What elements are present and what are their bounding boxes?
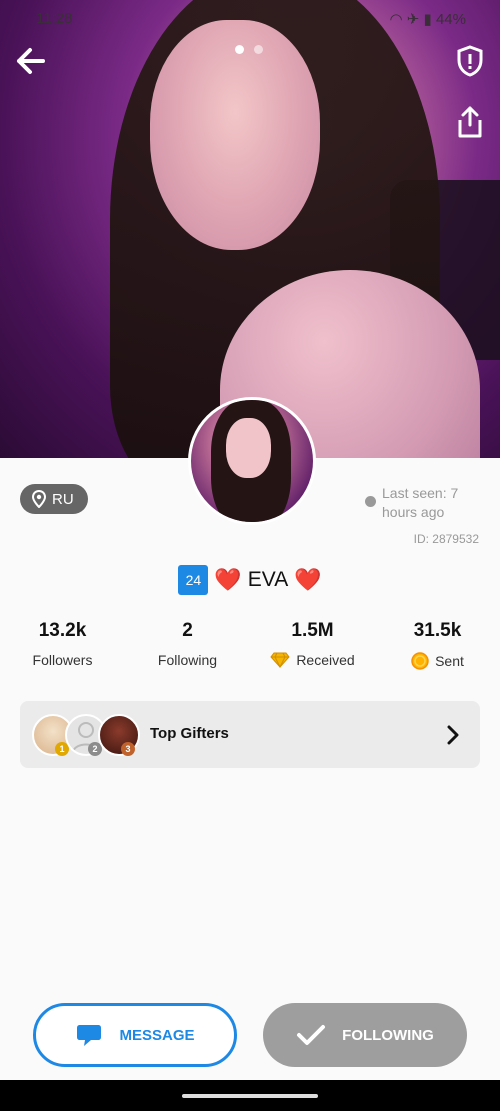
profile-photo[interactable] [0, 0, 500, 458]
coin-icon [411, 652, 429, 670]
pager-dot[interactable] [254, 45, 263, 54]
rank-badge: 3 [121, 742, 135, 756]
level-badge: 24 [178, 565, 209, 595]
battery-level: 44% [435, 11, 466, 28]
location-text: RU [52, 490, 74, 508]
stat-received[interactable]: 1.5M Received [250, 620, 375, 670]
stat-following[interactable]: 2 Following [125, 620, 250, 670]
last-seen: Last seen: 7 hours ago [365, 484, 475, 522]
location-pin-icon [32, 490, 46, 508]
system-nav-bar [0, 1080, 500, 1111]
following-label: FOLLOWING [342, 1026, 434, 1044]
stat-value: 31.5k [413, 620, 462, 641]
last-seen-text: Last seen: 7 hours ago [382, 485, 459, 520]
user-name: EVA [247, 568, 289, 591]
shield-icon [457, 45, 483, 77]
home-gesture-handle[interactable] [182, 1094, 318, 1098]
wifi-icon: ◠ [389, 11, 403, 28]
top-gifters-row[interactable]: 1 2 3 Top Gifters [20, 701, 480, 768]
safety-button[interactable] [454, 44, 486, 78]
pager-dot[interactable] [235, 45, 244, 54]
chat-bubble-icon [77, 1025, 102, 1046]
back-button[interactable] [14, 44, 48, 78]
user-id: ID: 2879532 [413, 532, 479, 546]
back-arrow-icon [17, 48, 45, 74]
message-button[interactable]: MESSAGE [33, 1003, 237, 1067]
chevron-right-icon [447, 725, 459, 745]
status-bar: 11:28 ◠ ✈ ▮ 44% [36, 10, 466, 32]
stat-value: 2 [182, 620, 193, 641]
battery-icon: ▮ [423, 11, 432, 28]
top-gifters-title: Top Gifters [150, 725, 229, 742]
status-icons: ◠ ✈ ▮ 44% [390, 10, 466, 28]
stat-label: Sent [435, 653, 464, 669]
share-icon [458, 106, 482, 138]
stat-label: Followers [32, 652, 93, 668]
checkmark-icon [297, 1025, 326, 1045]
avatar-face [226, 418, 271, 478]
diamond-icon [270, 652, 290, 668]
heart-icon: ❤️ [294, 567, 322, 592]
avatar[interactable] [188, 397, 316, 525]
stat-value: 1.5M [291, 620, 334, 641]
stat-sent[interactable]: 31.5k Sent [375, 620, 500, 670]
message-label: MESSAGE [119, 1026, 195, 1044]
heart-icon: ❤️ [214, 567, 242, 592]
photo-pager [235, 45, 263, 54]
airplane-icon: ✈ [406, 11, 420, 28]
location-badge: RU [20, 484, 88, 514]
stat-label: Received [296, 652, 355, 668]
following-button[interactable]: FOLLOWING [263, 1003, 467, 1067]
share-button[interactable] [454, 104, 486, 140]
photo-face [150, 20, 320, 250]
status-time: 11:28 [36, 10, 73, 27]
stat-label: Following [157, 652, 218, 668]
stat-value: 13.2k [38, 620, 87, 641]
stat-followers[interactable]: 13.2k Followers [0, 620, 125, 670]
offline-dot-icon [365, 496, 376, 507]
stats-row: 13.2k Followers 2 Following 1.5M Receive… [0, 620, 500, 670]
name-row: 24 ❤️ EVA ❤️ [0, 565, 500, 595]
